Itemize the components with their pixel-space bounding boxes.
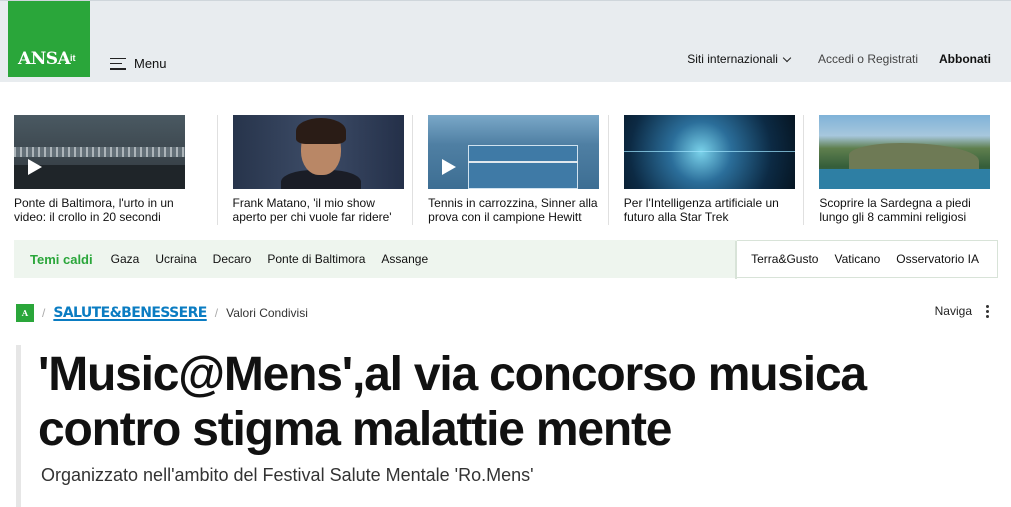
breadcrumb-separator: / (214, 306, 219, 320)
topic-link[interactable]: Gaza (111, 252, 140, 266)
play-icon (28, 159, 42, 175)
section-link[interactable]: SALUTE&BENESSERE (53, 305, 207, 321)
news-title[interactable]: Per l'Intelligenza artificiale un futuro… (624, 196, 796, 224)
ansa-logo[interactable]: ANSA it (8, 1, 90, 77)
topic-link[interactable]: Ucraina (155, 252, 196, 266)
hot-topics-bar: Temi caldi Gaza Ucraina Decaro Ponte di … (14, 240, 998, 279)
logo-text: ANSA (18, 49, 71, 69)
news-title[interactable]: Ponte di Baltimora, l'urto in un video: … (14, 196, 186, 224)
news-title[interactable]: Scoprire la Sardegna a piedi lungo gli 8… (819, 196, 991, 224)
menu-label: Menu (134, 56, 167, 71)
play-icon (442, 159, 457, 175)
naviga-menu[interactable]: Naviga (935, 304, 989, 318)
login-link[interactable]: Accedi o Registrati (818, 52, 918, 66)
news-thumbnail-ai[interactable] (623, 115, 795, 189)
hamburger-icon (110, 57, 126, 70)
logo-superscript: it (70, 53, 76, 63)
header-actions: Siti internazionali Accedi o Registrati … (687, 52, 991, 66)
international-sites-dropdown[interactable]: Siti internazionali (687, 52, 792, 66)
topic-link[interactable]: Decaro (213, 252, 252, 266)
channels-list: Terra&Gusto Vaticano Osservatorio IA (735, 240, 998, 279)
article-header: 'Music@Mens',al via concorso musica cont… (16, 345, 991, 507)
breadcrumb-separator: / (42, 306, 46, 320)
hot-topics-list: Gaza Ucraina Decaro Ponte di Baltimora A… (111, 252, 429, 266)
news-title[interactable]: Tennis in carrozzina, Sinner alla prova … (428, 196, 600, 224)
topic-link[interactable]: Ponte di Baltimora (267, 252, 365, 266)
menu-button[interactable]: Menu (110, 56, 167, 71)
chevron-down-icon (782, 53, 792, 62)
subsection-link[interactable]: Valori Condivisi (226, 306, 308, 320)
news-card[interactable]: Frank Matano, 'il mio show aperto per ch… (216, 115, 413, 225)
top-news-strip: Ponte di Baltimora, l'urto in un video: … (14, 115, 999, 225)
news-title[interactable]: Frank Matano, 'il mio show aperto per ch… (233, 196, 405, 224)
naviga-label: Naviga (934, 304, 972, 318)
ansa-mini-logo[interactable]: A (16, 304, 34, 322)
news-thumbnail-portrait[interactable] (232, 115, 404, 189)
hot-topics-title: Temi caldi (30, 251, 93, 267)
article-headline: 'Music@Mens',al via concorso musica cont… (38, 348, 867, 456)
news-card[interactable]: Scoprire la Sardegna a piedi lungo gli 8… (803, 115, 999, 225)
news-card[interactable]: Per l'Intelligenza artificiale un futuro… (607, 115, 804, 225)
kebab-menu-icon[interactable] (986, 304, 989, 318)
channel-link[interactable]: Osservatorio IA (896, 252, 979, 266)
news-card[interactable]: Ponte di Baltimora, l'urto in un video: … (14, 115, 217, 225)
breadcrumb: A / SALUTE&BENESSERE / Valori Condivisi … (16, 303, 999, 323)
article-subtitle: Organizzato nell'ambito del Festival Sal… (41, 465, 534, 485)
subscribe-link[interactable]: Abbonati (939, 52, 991, 66)
site-header: ANSA it Menu Siti internazionali Accedi … (0, 0, 1011, 82)
channel-link[interactable]: Terra&Gusto (751, 252, 818, 266)
news-card[interactable]: Tennis in carrozzina, Sinner alla prova … (412, 115, 608, 225)
news-thumbnail-tennis[interactable] (428, 115, 600, 189)
international-sites-label: Siti internazionali (687, 52, 778, 66)
topic-link[interactable]: Assange (381, 252, 428, 266)
channel-link[interactable]: Vaticano (834, 252, 880, 266)
news-thumbnail-bridge[interactable] (14, 115, 185, 189)
news-thumbnail-sardinia[interactable] (819, 115, 991, 189)
